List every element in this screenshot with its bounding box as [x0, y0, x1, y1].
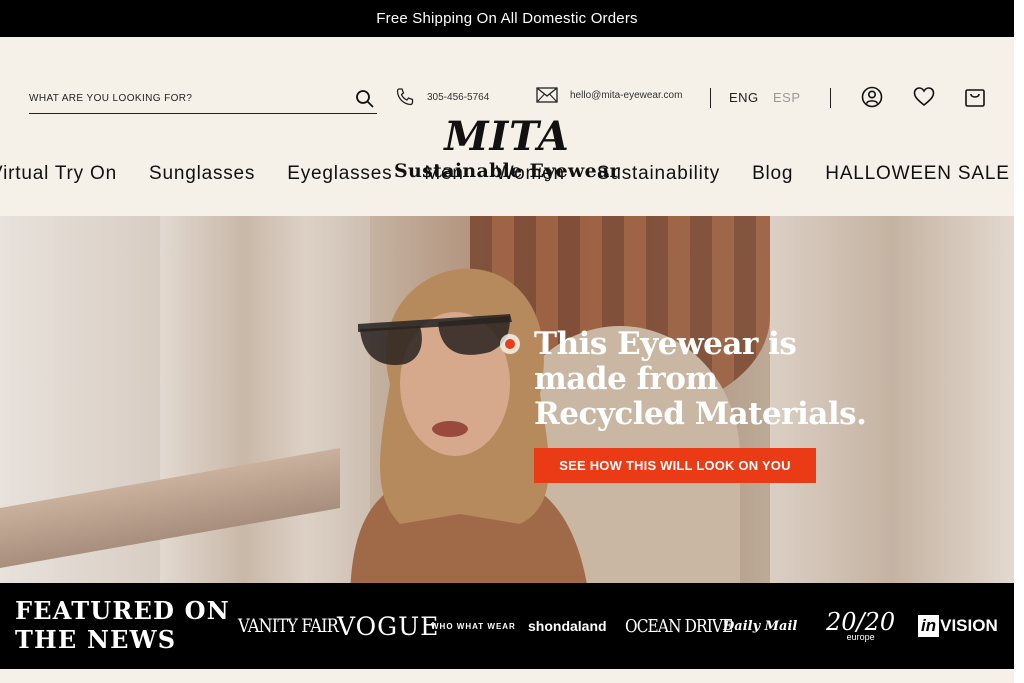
- search-bar[interactable]: [29, 84, 377, 114]
- press-logo-vanity-fair: VANITY FAIR: [238, 615, 339, 637]
- press-title: FEATURED ON THE NEWS: [15, 596, 230, 654]
- press-title-line: THE NEWS: [15, 625, 177, 654]
- press-logo-shondaland: shondaland: [528, 618, 607, 634]
- press-bar: FEATURED ON THE NEWS VANITY FAIR VOGUE W…: [0, 583, 1014, 669]
- phone-contact[interactable]: 305-456-5764: [395, 87, 489, 107]
- press-logo-2020-text: 20/20: [826, 607, 896, 636]
- nav-item-virtual-try-on[interactable]: Virtual Try On: [0, 163, 117, 185]
- press-logo-ocean-drive: OCEAN DRIVE: [625, 615, 733, 637]
- product-hotspot[interactable]: [500, 334, 520, 354]
- divider: [830, 88, 831, 108]
- nav-item-women[interactable]: Women: [496, 163, 565, 185]
- nav-item-eyeglasses[interactable]: Eyeglasses: [287, 163, 392, 185]
- press-logo-invision-box: in: [918, 615, 940, 637]
- virtual-try-on-button[interactable]: SEE HOW THIS WILL LOOK ON YOU: [534, 448, 816, 483]
- account-icon[interactable]: [861, 86, 883, 108]
- announcement-text: Free Shipping On All Domestic Orders: [376, 10, 638, 27]
- search-input[interactable]: [29, 93, 355, 104]
- hero-headline: This Eyewear is made from Recycled Mater…: [534, 326, 867, 432]
- logo-mark[interactable]: MITA: [0, 117, 1014, 157]
- heart-icon[interactable]: [913, 86, 935, 108]
- press-logo-who-what-wear: WHO WHAT WEAR: [431, 621, 516, 631]
- announcement-bar: Free Shipping On All Domestic Orders: [0, 0, 1014, 37]
- press-title-line: FEATURED ON: [15, 596, 230, 625]
- nav-item-sunglasses[interactable]: Sunglasses: [149, 163, 255, 185]
- site-header: 305-456-5764 hello@mita-eyewear.com ENG …: [0, 37, 1014, 216]
- press-logo-vogue: VOGUE: [337, 611, 440, 641]
- window-edge: [1014, 0, 1024, 683]
- divider: [710, 88, 711, 108]
- email-contact[interactable]: hello@mita-eyewear.com: [536, 87, 682, 103]
- phone-icon: [396, 88, 414, 106]
- press-logo-2020-europe: 20/20 europe: [826, 583, 895, 669]
- search-icon[interactable]: [355, 89, 375, 109]
- phone-number[interactable]: 305-456-5764: [427, 92, 489, 103]
- mail-icon: [536, 87, 558, 103]
- press-logo-invision-text: VISION: [940, 616, 998, 635]
- hero-banner: This Eyewear is made from Recycled Mater…: [0, 216, 1014, 583]
- nav-item-men[interactable]: Men: [424, 163, 463, 185]
- press-logo-invision: in VISION: [918, 583, 998, 669]
- bag-icon[interactable]: [964, 86, 986, 108]
- nav-item-blog[interactable]: Blog: [752, 163, 793, 185]
- language-esp[interactable]: ESP: [773, 90, 801, 105]
- main-nav: Virtual Try On Sunglasses Eyeglasses Men…: [0, 163, 1024, 185]
- press-logo-2020-sub: europe: [846, 631, 875, 642]
- language-eng[interactable]: ENG: [729, 90, 759, 105]
- nav-item-sustainability[interactable]: Sustainability: [597, 163, 720, 185]
- page-footer-edge: [0, 669, 1014, 683]
- nav-item-halloween-sale[interactable]: HALLOWEEN SALE: [825, 163, 1009, 185]
- email-address[interactable]: hello@mita-eyewear.com: [570, 90, 682, 101]
- press-logo-daily-mail: Daily Mail: [723, 618, 798, 634]
